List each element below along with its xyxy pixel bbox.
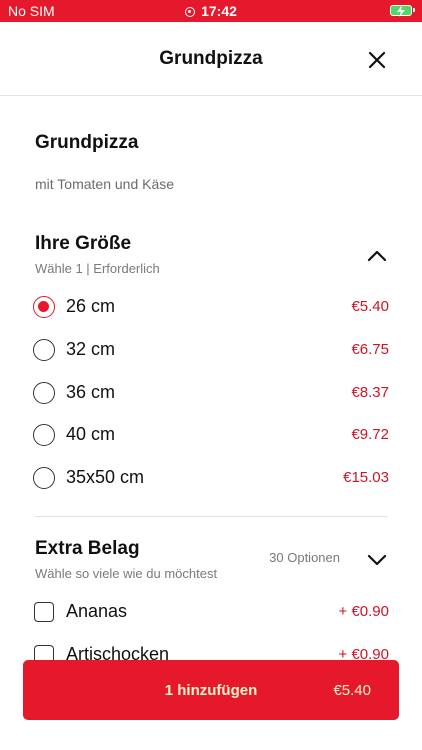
size-option[interactable]: 36 cm €8.37 <box>33 376 389 410</box>
extra-section-toggle[interactable] <box>366 553 388 567</box>
radio-unselected[interactable] <box>33 424 55 446</box>
extra-section-title: Extra Belag <box>35 538 140 559</box>
radio-unselected[interactable] <box>33 467 55 489</box>
size-option[interactable]: 35x50 cm €15.03 <box>33 461 389 495</box>
size-option-price: €15.03 <box>343 469 389 486</box>
topping-option-price: + €0.90 <box>338 603 389 620</box>
size-option[interactable]: 32 cm €6.75 <box>33 333 389 367</box>
topping-option[interactable]: Ananas + €0.90 <box>33 595 389 629</box>
product-description: mit Tomaten und Käse <box>35 176 175 192</box>
close-icon <box>368 51 386 69</box>
page-title: Grundpizza <box>159 48 263 69</box>
size-option-price: €9.72 <box>351 426 389 443</box>
chevron-up-icon <box>367 250 387 262</box>
size-option-price: €6.75 <box>351 341 389 358</box>
battery-icon <box>390 5 415 17</box>
add-button-price: €5.40 <box>333 682 371 699</box>
size-option-price: €8.37 <box>351 384 389 401</box>
size-option-label: 36 cm <box>66 382 116 402</box>
size-option-label: 32 cm <box>66 339 116 359</box>
close-button[interactable] <box>366 49 388 71</box>
status-bar: No SIM 17:42 <box>0 0 422 22</box>
radio-unselected[interactable] <box>33 382 55 404</box>
chevron-down-icon <box>367 554 387 566</box>
size-option-label: 40 cm <box>66 424 116 444</box>
status-time-group: 17:42 <box>0 3 422 19</box>
extra-section-subtitle: Wähle so viele wie du möchtest <box>35 566 218 581</box>
size-section-toggle[interactable] <box>366 249 388 263</box>
section-divider <box>35 516 388 517</box>
size-option-label: 26 cm <box>66 296 116 316</box>
size-section-subtitle: Wähle 1 | Erforderlich <box>35 261 160 276</box>
size-option-label: 35x50 cm <box>66 467 145 487</box>
checkbox[interactable] <box>34 602 54 622</box>
modal-header: Grundpizza <box>0 22 422 96</box>
status-time: 17:42 <box>201 3 237 19</box>
recording-icon <box>185 7 196 17</box>
size-section-title: Ihre Größe <box>35 233 132 254</box>
size-option[interactable]: 26 cm €5.40 <box>33 290 389 324</box>
topping-option-label: Ananas <box>66 601 128 621</box>
size-option[interactable]: 40 cm €9.72 <box>33 418 389 452</box>
add-to-cart-button[interactable]: 1 hinzufügen €5.40 <box>23 660 399 720</box>
size-option-price: €5.40 <box>351 298 389 315</box>
options-count: 30 Optionen <box>269 550 340 565</box>
product-name: Grundpizza <box>35 132 139 153</box>
radio-selected[interactable] <box>33 296 55 318</box>
radio-unselected[interactable] <box>33 339 55 361</box>
